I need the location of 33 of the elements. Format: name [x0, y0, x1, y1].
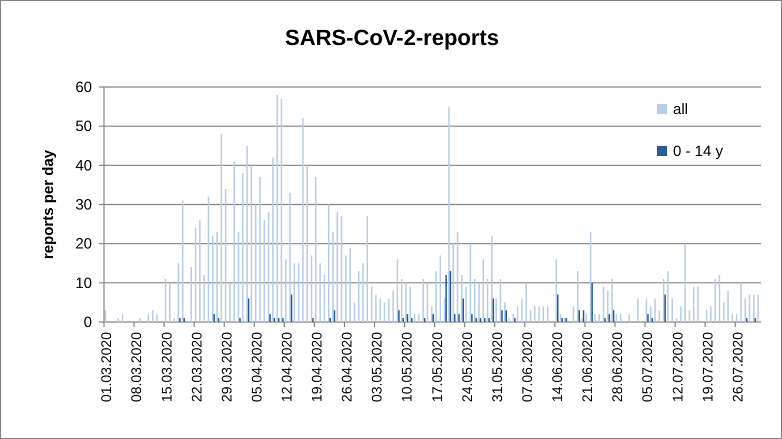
- x-tick-label: 14.06.2020: [549, 332, 566, 402]
- x-tick-label: 26.04.2020: [338, 332, 355, 402]
- y-tick-label: 20: [75, 236, 92, 253]
- x-tick-label: 22.03.2020: [188, 332, 204, 402]
- x-tick-label: 29.03.2020: [218, 332, 234, 402]
- x-tick-label: 24.05.2020: [458, 332, 475, 402]
- x-tick-label: 05.07.2020: [639, 332, 656, 402]
- y-tick-label: 50: [75, 118, 92, 136]
- x-tick-label: 03.05.2020: [368, 332, 385, 402]
- x-tick-label: 15.03.2020: [158, 332, 174, 402]
- x-tick-label: 12.04.2020: [278, 332, 294, 402]
- x-tick-label: 10.05.2020: [398, 332, 415, 402]
- x-tick-label: 05.04.2020: [248, 332, 264, 402]
- x-tick-label: 07.06.2020: [518, 332, 535, 402]
- y-tick-label: 30: [75, 196, 92, 214]
- legend-label: 0 - 14 y: [673, 143, 724, 160]
- x-tick-label: 21.06.2020: [579, 332, 596, 402]
- x-tick-label: 12.07.2020: [669, 332, 686, 402]
- chart-title: SARS-CoV-2-reports: [285, 25, 499, 50]
- x-tick-label: 17.05.2020: [428, 332, 445, 402]
- x-tick-label: 28.06.2020: [609, 332, 626, 402]
- legend-label: all: [673, 101, 688, 118]
- y-tick-label: 0: [84, 314, 92, 331]
- x-tick-label: 19.04.2020: [308, 332, 325, 402]
- x-tick-label: 26.07.2020: [729, 332, 746, 402]
- x-tick-label: 01.03.2020: [98, 332, 114, 402]
- y-tick-label: 40: [75, 157, 92, 174]
- y-tick-label: 10: [75, 274, 92, 292]
- x-tick-label: 08.03.2020: [128, 332, 144, 402]
- y-axis-title: reports per day: [40, 150, 57, 260]
- y-tick-label: 60: [75, 79, 92, 96]
- x-tick-label: 19.07.2020: [699, 332, 716, 402]
- x-tick-label: 31.05.2020: [488, 332, 505, 402]
